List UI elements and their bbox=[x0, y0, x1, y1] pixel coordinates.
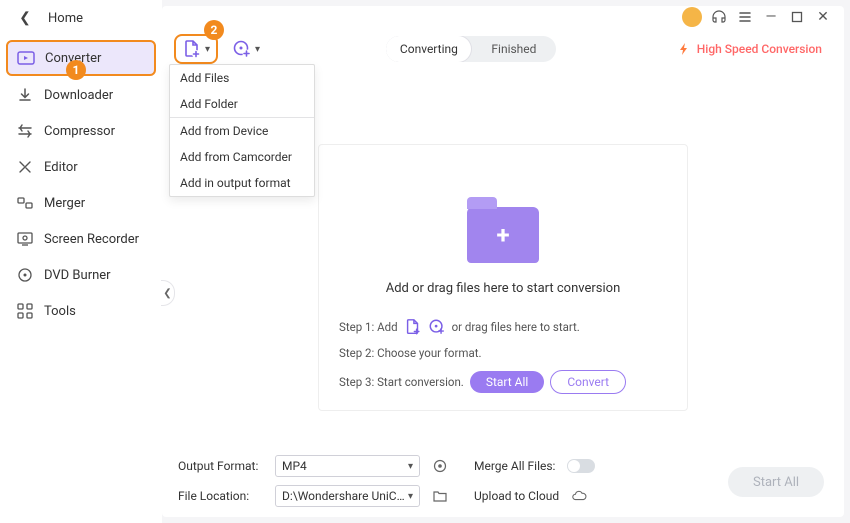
dropzone-title: Add or drag files here to start conversi… bbox=[339, 281, 667, 296]
chevron-down-icon: ▾ bbox=[255, 44, 260, 55]
chevron-down-icon: ▾ bbox=[408, 491, 413, 502]
dropdown-add-in-output-format[interactable]: Add in output format bbox=[170, 170, 314, 196]
add-file-icon bbox=[182, 39, 202, 59]
tab-label: Finished bbox=[491, 42, 536, 56]
downloader-icon bbox=[16, 86, 34, 104]
dropdown-add-folder[interactable]: Add Folder bbox=[170, 91, 314, 117]
bolt-icon bbox=[677, 42, 691, 56]
step-label: Step 2: Choose your format. bbox=[339, 346, 482, 360]
start-all-small-button[interactable]: Start All bbox=[470, 371, 545, 393]
add-dvd-button[interactable]: ▾ bbox=[226, 36, 266, 62]
high-speed-label: High Speed Conversion bbox=[697, 42, 822, 56]
dropdown-add-from-device[interactable]: Add from Device bbox=[170, 117, 314, 144]
step-3: Step 3: Start conversion. Start All Conv… bbox=[339, 370, 667, 394]
back-button[interactable]: ❮ bbox=[16, 10, 34, 26]
tools-icon bbox=[16, 302, 34, 320]
dvd-burner-icon bbox=[16, 266, 34, 284]
sidebar-item-merger[interactable]: Merger bbox=[6, 186, 156, 220]
compressor-icon bbox=[16, 122, 34, 140]
dropdown-label: Add from Camcorder bbox=[180, 150, 292, 164]
dropdown-label: Add Files bbox=[180, 71, 229, 85]
screen-recorder-icon bbox=[16, 230, 34, 248]
sidebar-item-label: Merger bbox=[44, 196, 85, 211]
steps: Step 1: Add or drag files here to start.… bbox=[339, 318, 667, 394]
sidebar-item-screen-recorder[interactable]: Screen Recorder bbox=[6, 222, 156, 256]
tab-label: Converting bbox=[400, 42, 458, 56]
dropdown-add-files[interactable]: Add Files bbox=[170, 65, 314, 91]
merge-all-toggle[interactable] bbox=[567, 459, 595, 473]
sidebar-item-label: Editor bbox=[44, 160, 78, 175]
upload-cloud-label: Upload to Cloud bbox=[474, 489, 559, 503]
folder-illustration: + bbox=[339, 165, 667, 263]
sidebar-item-label: Tools bbox=[44, 304, 76, 319]
add-dvd-icon bbox=[428, 318, 446, 336]
tab-converting[interactable]: Converting bbox=[386, 36, 471, 62]
sidebar-item-label: Downloader bbox=[44, 88, 113, 103]
dropdown-label: Add in output format bbox=[180, 176, 291, 190]
start-all-button[interactable]: Start All bbox=[728, 467, 824, 497]
sidebar-item-label: Screen Recorder bbox=[44, 232, 139, 247]
conversion-tabs: Converting Finished bbox=[386, 36, 556, 62]
dropdown-add-from-camcorder[interactable]: Add from Camcorder bbox=[170, 144, 314, 170]
tab-finished[interactable]: Finished bbox=[471, 36, 556, 62]
dropzone[interactable]: + Add or drag files here to start conver… bbox=[318, 144, 688, 411]
dropdown-label: Add from Device bbox=[180, 124, 268, 138]
main-panel: — ✕ ▾ ▾ Converting Finished High bbox=[162, 6, 844, 517]
output-format-select[interactable]: MP4 ▾ bbox=[275, 455, 420, 477]
editor-icon bbox=[16, 158, 34, 176]
converter-icon bbox=[17, 49, 35, 67]
toolbar: ▾ ▾ Converting Finished High Speed Conve… bbox=[162, 6, 844, 70]
sidebar-item-tools[interactable]: Tools bbox=[6, 294, 156, 328]
sidebar-item-editor[interactable]: Editor bbox=[6, 150, 156, 184]
sidebar-item-downloader[interactable]: Downloader bbox=[6, 78, 156, 112]
chevron-down-icon: ▾ bbox=[205, 44, 210, 55]
open-folder-icon[interactable] bbox=[432, 488, 448, 504]
plus-icon: + bbox=[467, 207, 539, 263]
folder-icon: + bbox=[467, 207, 539, 263]
add-dvd-icon bbox=[232, 39, 252, 59]
select-value: MP4 bbox=[282, 459, 307, 473]
callout-badge-2: 2 bbox=[204, 20, 224, 40]
convert-small-button[interactable]: Convert bbox=[550, 370, 626, 394]
chevron-down-icon: ▾ bbox=[408, 461, 413, 472]
callout-badge-1: 1 bbox=[66, 60, 86, 80]
merge-all-label: Merge All Files: bbox=[474, 459, 555, 473]
cloud-icon[interactable] bbox=[571, 488, 587, 504]
dropdown-label: Add Folder bbox=[180, 97, 238, 111]
file-location-select[interactable]: D:\Wondershare UniConverter 1 ▾ bbox=[275, 485, 420, 507]
step-label: Step 3: Start conversion. bbox=[339, 375, 464, 389]
step-label: or drag files here to start. bbox=[452, 320, 580, 334]
file-location-label: File Location: bbox=[178, 489, 263, 503]
sidebar-item-label: Compressor bbox=[44, 124, 115, 139]
merger-icon bbox=[16, 194, 34, 212]
sidebar-item-compressor[interactable]: Compressor bbox=[6, 114, 156, 148]
home-label[interactable]: Home bbox=[48, 11, 83, 26]
add-file-icon bbox=[404, 318, 422, 336]
step-label: Step 1: Add bbox=[339, 320, 398, 334]
step-2: Step 2: Choose your format. bbox=[339, 346, 667, 360]
sidebar-item-dvd-burner[interactable]: DVD Burner bbox=[6, 258, 156, 292]
settings-icon[interactable] bbox=[432, 458, 448, 474]
add-file-dropdown: Add Files Add Folder Add from Device Add… bbox=[169, 64, 315, 197]
step-1: Step 1: Add or drag files here to start. bbox=[339, 318, 667, 336]
output-format-label: Output Format: bbox=[178, 459, 263, 473]
sidebar-item-label: DVD Burner bbox=[44, 268, 111, 283]
select-value: D:\Wondershare UniConverter 1 bbox=[282, 489, 408, 503]
high-speed-conversion[interactable]: High Speed Conversion bbox=[677, 42, 832, 56]
nav-list: Converter Downloader Compressor Editor M… bbox=[6, 40, 156, 328]
